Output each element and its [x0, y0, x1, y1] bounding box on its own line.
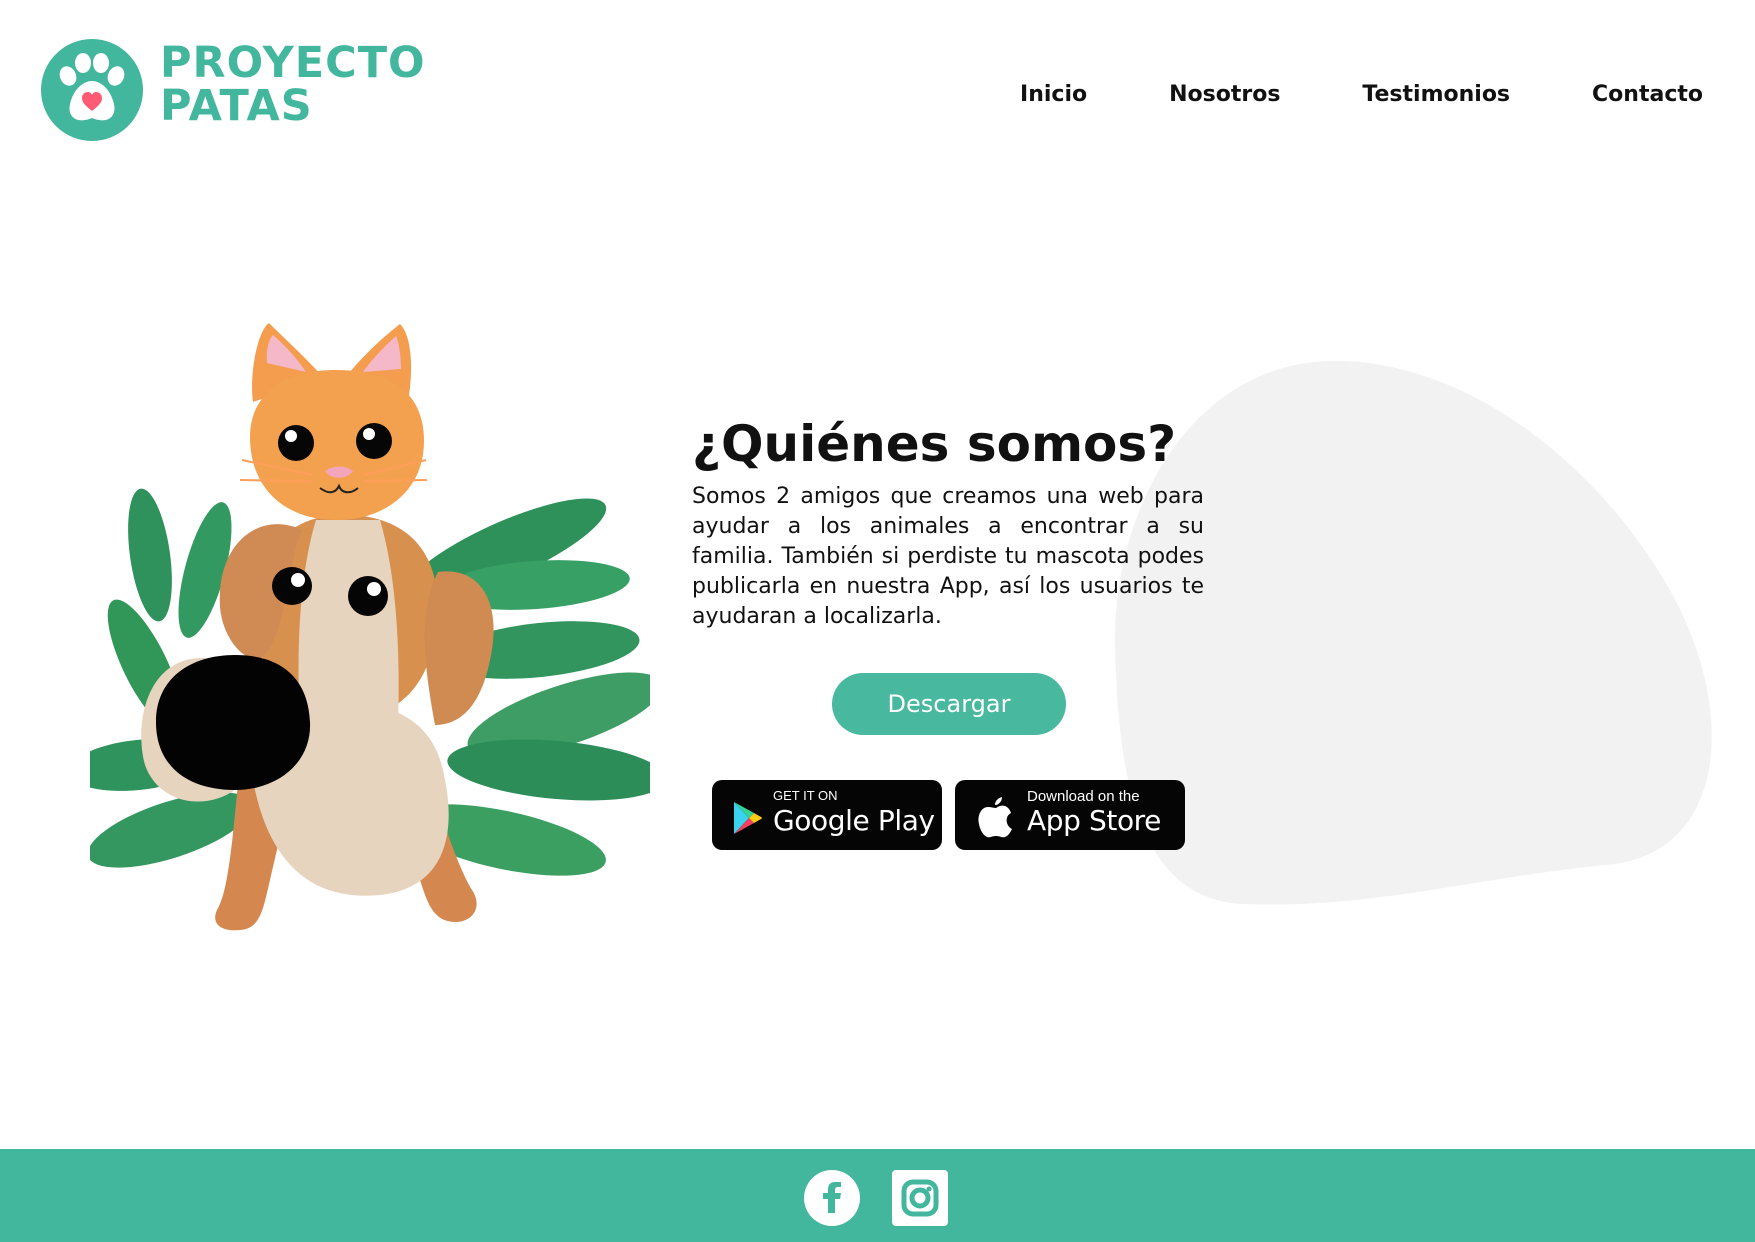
- about-description: Somos 2 amigos que creamos una web para …: [692, 484, 1204, 629]
- app-store-label: App Store: [1027, 804, 1162, 837]
- nav-link-testimonios[interactable]: Testimonios: [1362, 82, 1510, 107]
- cat-drawing: [239, 323, 428, 520]
- google-play-badge[interactable]: GET IT ON Google Play: [712, 780, 942, 850]
- instagram-icon: [901, 1179, 939, 1217]
- brand-name-line-2: PATAS: [160, 81, 313, 131]
- landing-page: { "brand": { "name_line1": "PROYECTO", "…: [0, 0, 1755, 1242]
- facebook-icon: [823, 1182, 841, 1213]
- app-store-small-label: Download on the: [1027, 788, 1140, 805]
- google-play-icon: [734, 802, 762, 834]
- download-button[interactable]: Descargar: [832, 673, 1066, 735]
- nav-link-contacto[interactable]: Contacto: [1592, 82, 1703, 107]
- page-title: ¿Quiénes somos?: [692, 415, 1177, 473]
- apple-icon: [978, 797, 1012, 838]
- nav-link-inicio[interactable]: Inicio: [1020, 82, 1087, 107]
- site-header: PROYECTO PATAS Inicio Nosotros Testimoni…: [0, 0, 1755, 180]
- site-footer: [0, 1149, 1755, 1242]
- pets-illustration: [90, 323, 650, 931]
- paw-heart-icon: [41, 39, 143, 141]
- main-navigation: Inicio Nosotros Testimonios Contacto: [1020, 72, 1703, 116]
- facebook-link[interactable]: [804, 1170, 860, 1226]
- brand-logo-link[interactable]: PROYECTO PATAS: [40, 38, 460, 144]
- google-play-label: Google Play: [773, 804, 935, 837]
- instagram-link[interactable]: [892, 1170, 948, 1226]
- google-play-small-label: GET IT ON: [773, 788, 838, 803]
- brand-name-line-1: PROYECTO: [160, 38, 426, 88]
- app-store-badge[interactable]: Download on the App Store: [955, 780, 1185, 850]
- nav-link-nosotros[interactable]: Nosotros: [1169, 82, 1280, 107]
- about-section: ¿Quiénes somos? Somos 2 amigos que cream…: [692, 410, 1204, 632]
- brand-name: PROYECTO PATAS: [160, 42, 426, 128]
